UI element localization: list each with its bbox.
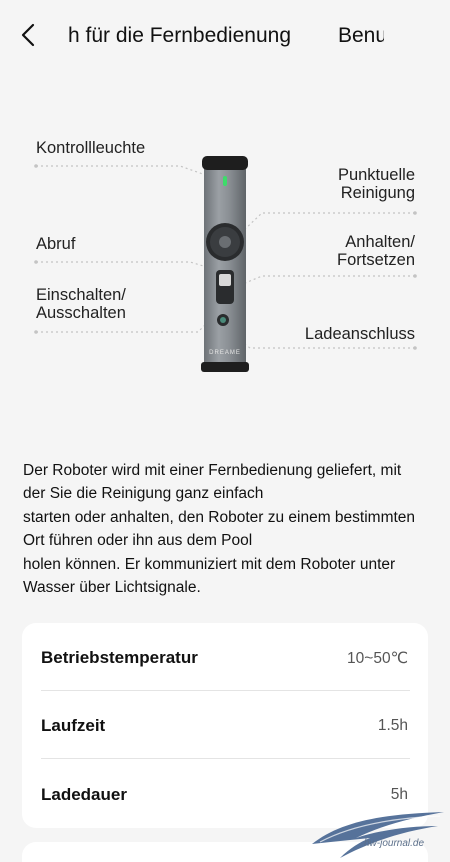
label-indicator-light: Kontrollleuchte [36, 139, 146, 157]
label-spot-cleaning-line-2: Reinigung [340, 184, 415, 202]
spec-row-operating-temperature: Betriebstemperatur 10~50℃ [41, 623, 410, 691]
tab-user-manual[interactable]: Benu [338, 24, 384, 48]
label-recall: Abruf [36, 235, 76, 253]
label-power-line-2: Ausschalten [36, 304, 126, 322]
spec-label: Laufzeit [41, 716, 106, 735]
label-pause-resume-line-2: Fortsetzen [337, 251, 415, 269]
divider [41, 758, 410, 759]
spec-value: 5h [390, 786, 408, 803]
label-power-line-1: Einschalten/ [36, 286, 126, 304]
chevron-left-icon [21, 23, 35, 47]
spec-row-runtime: Laufzeit 1.5h [41, 691, 410, 759]
specs-card: Betriebstemperatur 10~50℃ Laufzeit 1.5h … [22, 623, 428, 828]
top-bar: h für die Fernbedienung Benu [0, 0, 450, 72]
tab-remote-control[interactable]: h für die Fernbedienung [68, 24, 291, 48]
watermark-logo [312, 812, 444, 858]
description-line: starten oder anhalten, den Roboter zu ei… [23, 508, 416, 526]
description-line: Wasser über Lichtsignale. [23, 579, 201, 597]
remote-diagram: DREAME Kontrollleuchte Abruf Einschalten… [0, 120, 450, 390]
description-line: der Sie die Reinigung ganz einfach [23, 485, 264, 503]
label-spot-cleaning: Punktuelle Reinigung [338, 166, 415, 202]
spec-label: Ladedauer [41, 785, 127, 804]
spec-label: Betriebstemperatur [41, 648, 198, 667]
label-pause-resume: Anhalten/ Fortsetzen [337, 233, 415, 269]
label-spot-cleaning-line-1: Punktuelle [337, 166, 415, 184]
back-button[interactable] [14, 20, 44, 50]
description-text: Der Roboter wird mit einer Fernbedienung… [23, 459, 433, 599]
label-power: Einschalten/ Ausschalten [36, 286, 126, 322]
description-line: Der Roboter wird mit einer Fernbedienung… [23, 462, 402, 479]
watermark-text: hw-journal.de [364, 838, 425, 849]
spec-value: 1.5h [377, 717, 408, 734]
spec-value: 10~50℃ [347, 650, 408, 667]
description-line: holen können. Er kommuniziert mit dem Ro… [23, 555, 396, 573]
label-pause-resume-line-1: Anhalten/ [345, 233, 415, 251]
description-line: Ort führen oder ihn aus dem Pool [23, 532, 253, 550]
label-charging-port: Ladeanschluss [304, 325, 415, 343]
brand-logo: DREAME [209, 350, 241, 356]
